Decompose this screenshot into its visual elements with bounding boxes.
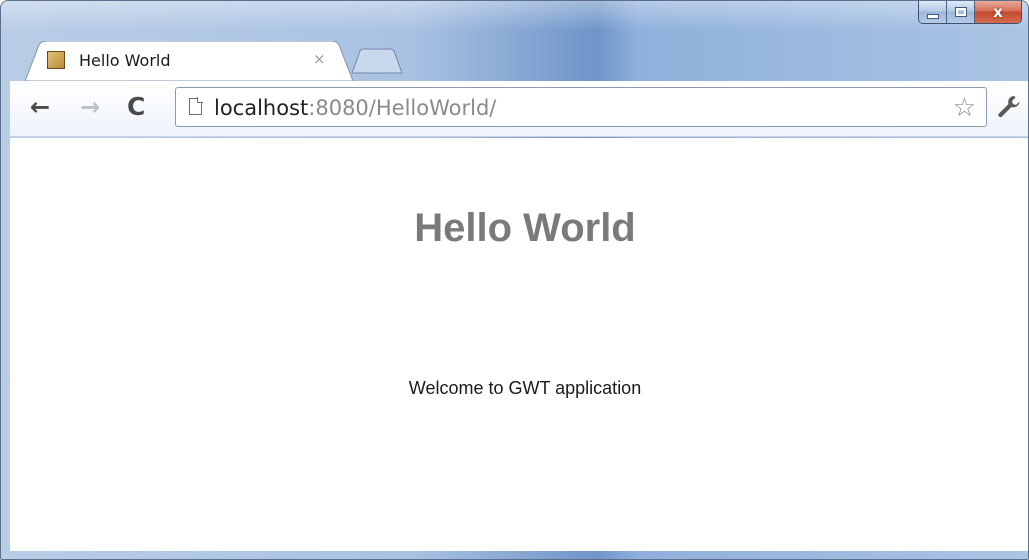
new-tab-icon: [351, 48, 403, 74]
minimize-icon: [926, 13, 939, 19]
address-bar[interactable]: localhost:8080/HelloWorld/ ☆: [175, 87, 987, 127]
browser-window: x Hello World × ← → C localhost:8080/Hel…: [0, 0, 1029, 560]
bookmark-star-icon[interactable]: ☆: [953, 93, 976, 123]
maximize-icon: [955, 8, 966, 16]
window-controls: x: [918, 1, 1022, 24]
url-path: :8080/HelloWorld/: [308, 96, 497, 120]
new-tab-button[interactable]: [348, 48, 404, 74]
forward-arrow-icon[interactable]: →: [80, 95, 100, 119]
url-host: localhost: [214, 96, 309, 120]
welcome-message: Welcome to GWT application: [408, 378, 642, 398]
toolbar: ← → C localhost:8080/HelloWorld/ ☆: [10, 81, 1028, 137]
maximize-button[interactable]: [947, 1, 975, 23]
close-icon: x: [993, 3, 1003, 21]
tab-close-icon[interactable]: ×: [313, 50, 326, 68]
gwt-favicon-icon: [47, 51, 65, 69]
page-icon: [189, 97, 203, 115]
title-bar: [1, 1, 1028, 31]
close-window-button[interactable]: x: [975, 1, 1021, 23]
reload-icon[interactable]: C: [127, 94, 145, 119]
tab-hello-world[interactable]: Hello World ×: [25, 41, 353, 81]
tab-shape: [25, 41, 353, 81]
minimize-button[interactable]: [919, 1, 947, 23]
url-text[interactable]: localhost:8080/HelloWorld/: [214, 96, 496, 120]
wrench-icon[interactable]: [995, 93, 1023, 121]
back-arrow-icon[interactable]: ←: [30, 95, 50, 119]
tab-title: Hello World: [79, 51, 171, 70]
page-heading: Hello World: [414, 206, 636, 250]
page-content: Hello World Welcome to GWT application: [10, 138, 1028, 551]
